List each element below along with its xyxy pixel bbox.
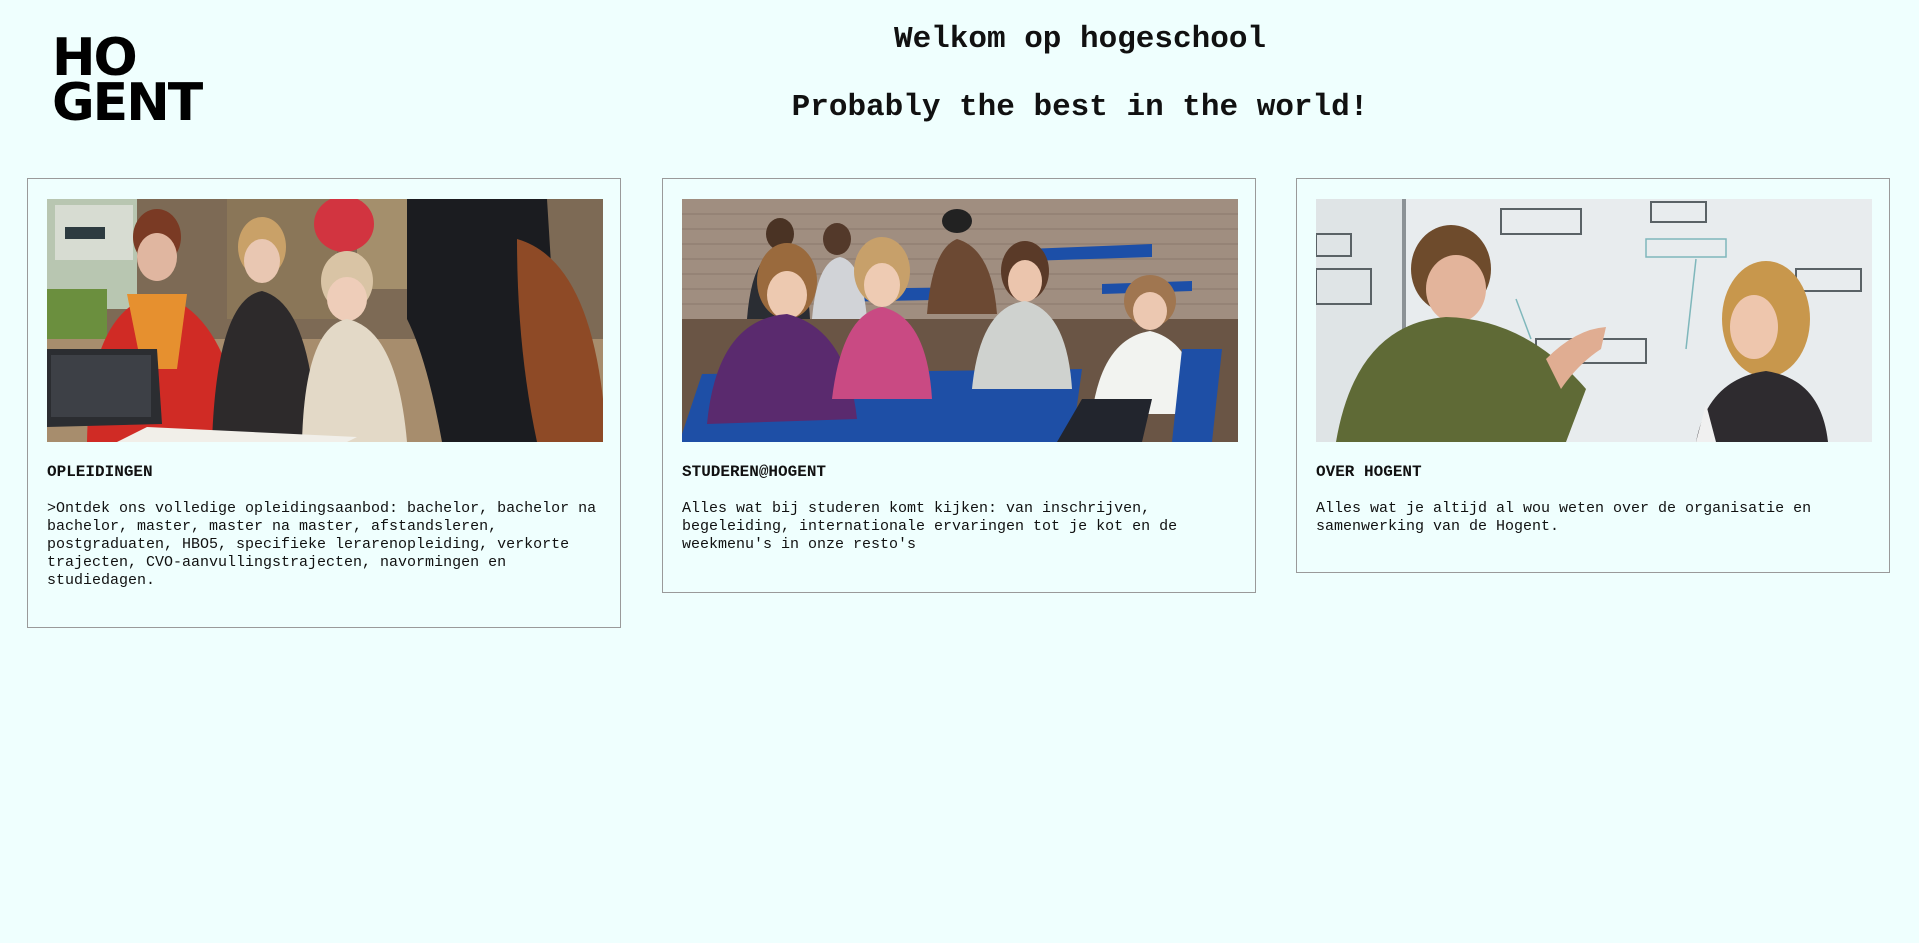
card-over-hogent[interactable]: OVER HOGENT Alles wat je altijd al wou w… xyxy=(1296,178,1890,573)
card-description: Alles wat je altijd al wou weten over de… xyxy=(1316,500,1812,535)
students-outdoor-tables-photo xyxy=(682,199,1238,442)
card-title[interactable]: OPLEIDINGEN xyxy=(47,462,601,482)
card-description: Alles wat bij studeren komt kijken: van … xyxy=(682,500,1178,553)
page-header: Welkom op hogeschool Probably the best i… xyxy=(560,18,1600,130)
card-description: >Ontdek ons volledige opleidingsaanbod: … xyxy=(47,500,597,589)
students-whiteboard-photo xyxy=(1316,199,1872,442)
page-title: Welkom op hogeschool xyxy=(893,22,1267,57)
students-studying-photo xyxy=(47,199,603,442)
logo-line-2: GENT xyxy=(52,73,203,133)
card-title[interactable]: OVER HOGENT xyxy=(1316,462,1870,482)
card-opleidingen[interactable]: OPLEIDINGEN >Ontdek ons volledige opleid… xyxy=(27,178,621,628)
card-studeren[interactable]: STUDEREN@HOGENT Alles wat bij studeren k… xyxy=(662,178,1256,593)
card-title[interactable]: STUDEREN@HOGENT xyxy=(682,462,1236,482)
page-subtitle: Probably the best in the world! xyxy=(791,90,1369,125)
hogent-logo[interactable]: HO GENT xyxy=(52,32,212,133)
